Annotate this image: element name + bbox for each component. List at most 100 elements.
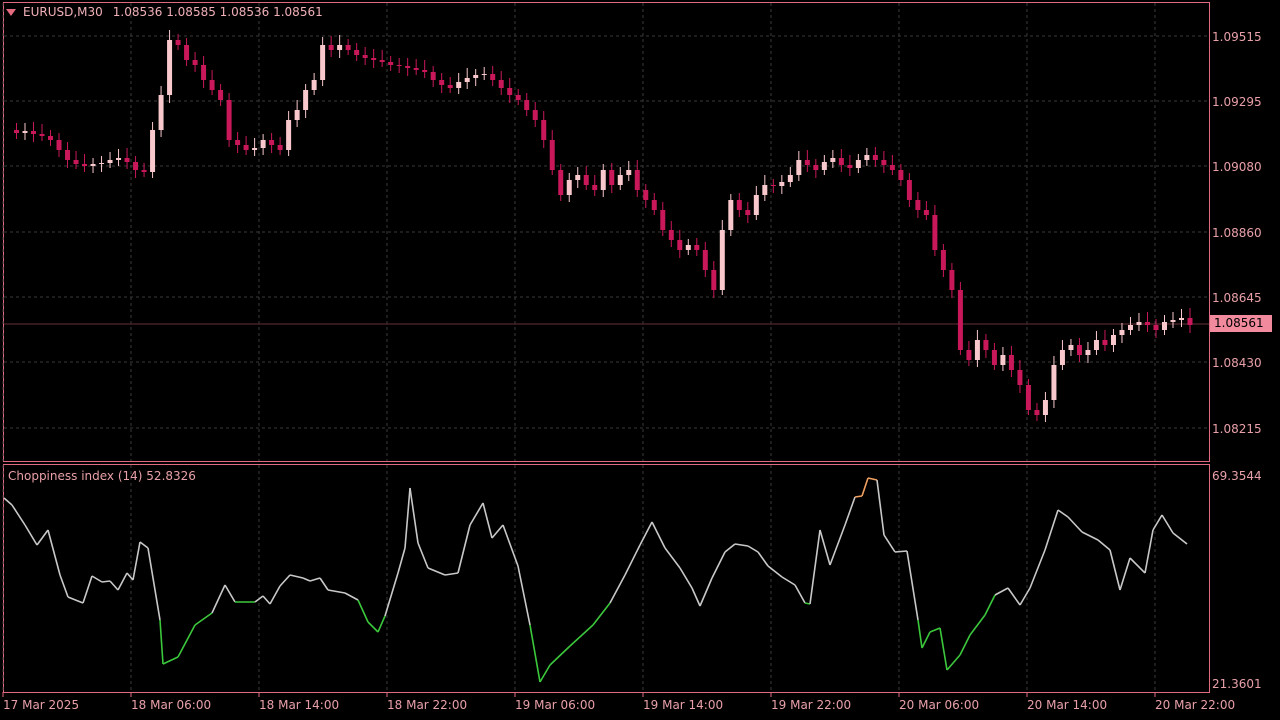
candle-body: [592, 185, 598, 190]
candle-body: [940, 250, 946, 270]
candle-body: [796, 160, 802, 175]
choppiness-line: [279, 574, 291, 587]
choppiness-line: [139, 541, 149, 549]
candle-body: [405, 66, 411, 68]
triangle-down-icon[interactable]: [6, 8, 16, 16]
choppiness-line: [126, 572, 134, 581]
chart-canvas[interactable]: [0, 0, 1280, 720]
choppiness-line: [854, 495, 863, 498]
choppiness-line: [1144, 529, 1154, 574]
choppiness-line: [539, 664, 551, 683]
candle-body: [1144, 322, 1150, 325]
choppiness-line: [906, 550, 919, 621]
candle-body: [328, 45, 334, 50]
choppiness-line: [724, 543, 736, 553]
candle-body: [1093, 340, 1099, 350]
candle-body: [864, 155, 870, 160]
candle-body: [354, 50, 360, 55]
choppiness-line: [59, 574, 69, 598]
candle-body: [1170, 320, 1176, 322]
candle-body: [439, 80, 445, 85]
candle-body: [889, 165, 895, 170]
candle-body: [14, 130, 20, 133]
candle-body: [277, 145, 283, 150]
choppiness-line: [819, 529, 831, 566]
choppiness-line: [409, 487, 419, 544]
candle-body: [583, 175, 589, 185]
choppiness-line: [883, 534, 896, 553]
candle-body: [1161, 322, 1167, 330]
candle-body: [99, 163, 105, 164]
chart-window[interactable]: EURUSD,M30 1.08536 1.08585 1.08536 1.085…: [0, 0, 1280, 720]
candle-body: [711, 270, 717, 290]
candle-body: [141, 170, 147, 172]
candle-body: [813, 165, 819, 170]
choppiness-line: [679, 567, 693, 589]
candle-body: [490, 74, 496, 80]
choppiness-line: [11, 504, 26, 526]
candle-body: [303, 90, 309, 110]
choppiness-line: [809, 529, 821, 605]
candle-body: [235, 140, 241, 145]
candle-body: [668, 230, 674, 240]
candle-body: [260, 140, 266, 148]
choppiness-line: [469, 502, 484, 526]
choppiness-line: [82, 575, 93, 604]
choppiness-line: [529, 624, 541, 683]
candle-body: [65, 150, 71, 160]
price-label-3: 1.09080: [1212, 160, 1262, 174]
choppiness-line: [91, 575, 103, 583]
choppiness-line: [109, 580, 119, 591]
candle-body: [294, 110, 300, 120]
candle-body: [1136, 322, 1142, 325]
candle-body: [558, 170, 564, 195]
candle-body: [719, 230, 725, 290]
candle-body: [252, 148, 258, 150]
candle-body: [643, 190, 649, 200]
candle-body: [464, 78, 470, 82]
candle-body: [226, 100, 232, 140]
choppiness-line: [36, 529, 49, 546]
choppiness-line: [946, 654, 961, 671]
choppiness-line: [959, 634, 971, 656]
candle-body: [753, 195, 759, 215]
candle-body: [651, 200, 657, 210]
candle-body: [923, 210, 929, 215]
candle-body: [762, 185, 768, 195]
candle-body: [22, 131, 28, 133]
candle-body: [218, 90, 224, 100]
choppiness-line: [1129, 557, 1146, 574]
choppiness-line: [592, 602, 611, 626]
candle-body: [1102, 340, 1108, 345]
time-label-5: 19 Mar 06:00: [515, 698, 596, 712]
choppiness-line: [1007, 587, 1021, 606]
candle-body: [626, 170, 632, 175]
choppiness-line: [367, 621, 379, 633]
candle-body: [1119, 330, 1125, 335]
choppiness-line: [664, 547, 681, 569]
candle-body: [830, 158, 836, 162]
choppiness-line: [829, 524, 846, 566]
choppiness-line: [254, 595, 264, 603]
candle-body: [787, 175, 793, 182]
choppiness-line: [917, 619, 923, 649]
candle-body: [82, 164, 88, 166]
candle-body: [600, 170, 606, 190]
candle-body: [991, 350, 997, 365]
price-label-2: 1.09295: [1212, 95, 1262, 109]
choppiness-line: [639, 521, 653, 546]
candle-body: [515, 95, 521, 100]
candle-body: [167, 40, 173, 95]
candle-body: [728, 200, 734, 230]
candle-body: [31, 131, 37, 134]
choppiness-line: [457, 524, 471, 574]
current-price-badge: 1.08561: [1210, 315, 1272, 332]
ohlc-values: 1.08536 1.08585 1.08536 1.08561: [112, 5, 323, 19]
candle-body: [677, 240, 683, 250]
candle-body: [1068, 345, 1074, 350]
choppiness-line: [147, 547, 161, 621]
choppiness-line: [699, 577, 713, 607]
candle-body: [915, 200, 921, 210]
candle-body: [39, 134, 45, 136]
candle-body: [804, 160, 810, 165]
